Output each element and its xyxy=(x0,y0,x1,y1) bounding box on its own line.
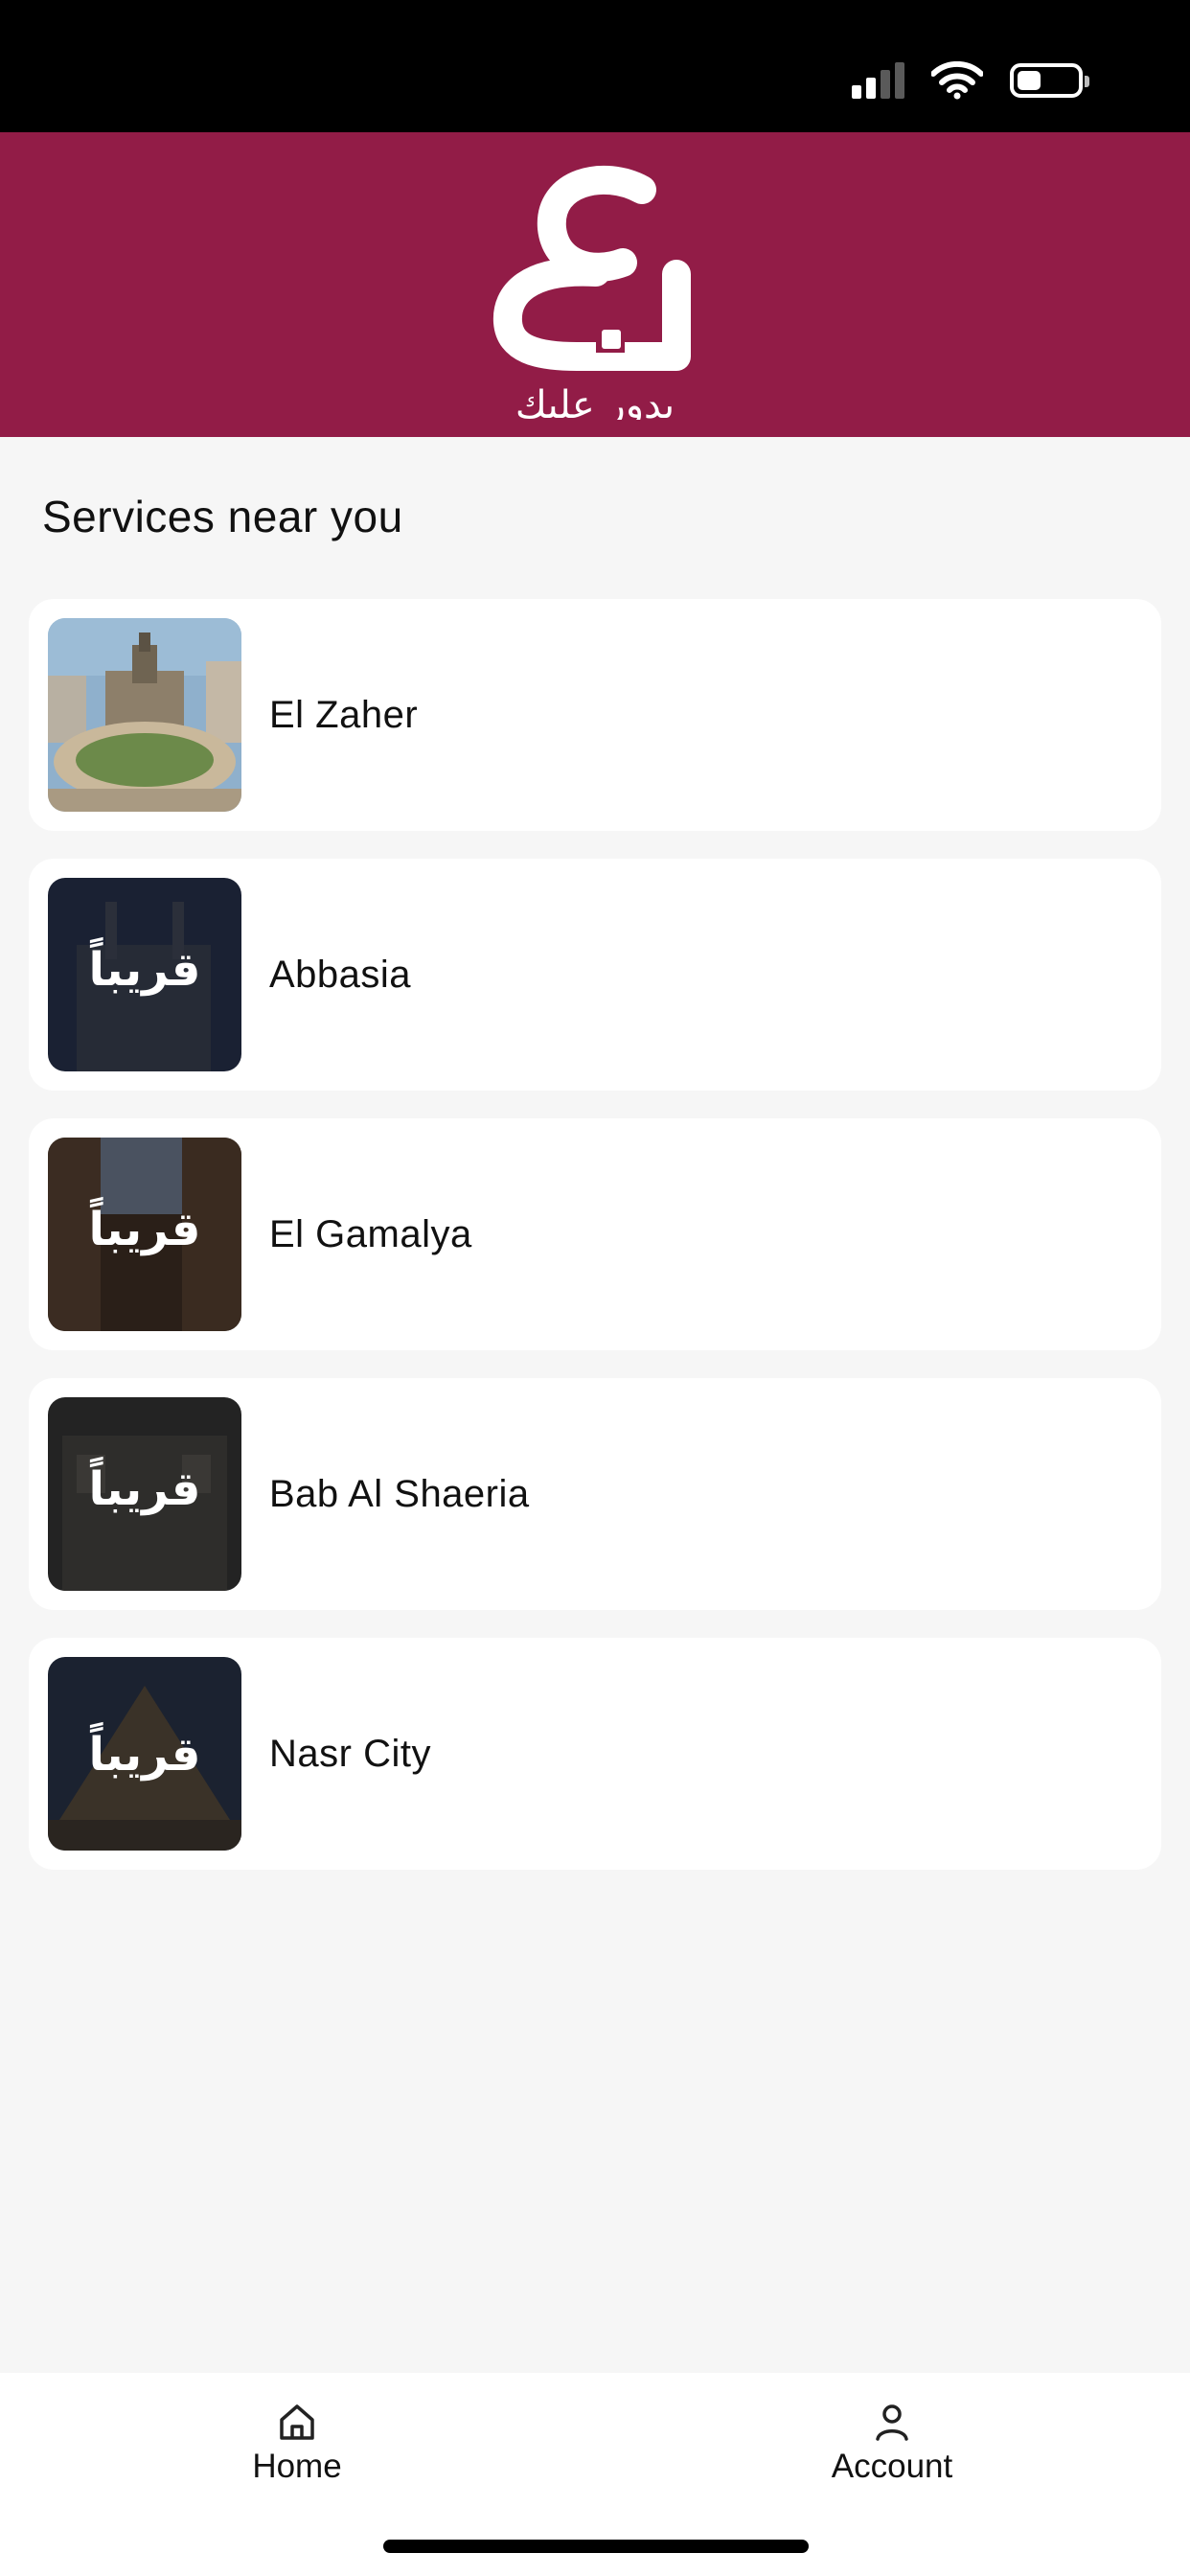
section-title: Services near you xyxy=(42,492,403,541)
service-thumbnail xyxy=(48,618,241,812)
wifi-icon xyxy=(931,61,983,100)
service-thumbnail: قريباً xyxy=(48,1397,241,1591)
service-card-el-gamalya[interactable]: قريباً El Gamalya xyxy=(29,1118,1161,1350)
coming-soon-badge: قريباً xyxy=(89,1456,201,1516)
cellular-signal-icon xyxy=(852,62,904,99)
status-bar xyxy=(0,0,1190,132)
coming-soon-badge: قريباً xyxy=(89,1721,201,1782)
nav-home[interactable]: Home xyxy=(182,2402,412,2486)
home-indicator[interactable] xyxy=(383,2540,809,2553)
battery-icon xyxy=(1010,63,1089,98)
home-icon xyxy=(280,2404,314,2440)
coming-soon-badge: قريباً xyxy=(89,936,201,997)
service-card-el-zaher[interactable]: El Zaher xyxy=(29,599,1161,831)
app-logo: بدور عليك xyxy=(492,165,691,420)
status-icons xyxy=(852,59,1089,102)
service-thumbnail: قريباً xyxy=(48,1657,241,1851)
app-header: بدور عليك xyxy=(0,132,1190,437)
service-label: Nasr City xyxy=(269,1733,431,1775)
coming-soon-badge: قريباً xyxy=(89,1196,201,1256)
service-label: Abbasia xyxy=(269,954,412,996)
service-thumbnail: قريباً xyxy=(48,1138,241,1331)
service-label: El Zaher xyxy=(269,694,419,736)
service-card-bab-al-shaeria[interactable]: قريباً Bab Al Shaeria xyxy=(29,1378,1161,1610)
user-icon xyxy=(876,2404,908,2441)
service-thumbnail: قريباً xyxy=(48,878,241,1071)
nav-home-label: Home xyxy=(252,2448,342,2485)
service-label: Bab Al Shaeria xyxy=(269,1473,530,1515)
service-label: El Gamalya xyxy=(269,1213,472,1255)
nav-account[interactable]: Account xyxy=(777,2402,1007,2486)
nav-account-label: Account xyxy=(831,2448,953,2485)
logo-tagline: بدور عليك xyxy=(515,383,675,420)
service-card-nasr-city[interactable]: قريباً Nasr City xyxy=(29,1638,1161,1870)
service-card-abbasia[interactable]: قريباً Abbasia xyxy=(29,859,1161,1091)
